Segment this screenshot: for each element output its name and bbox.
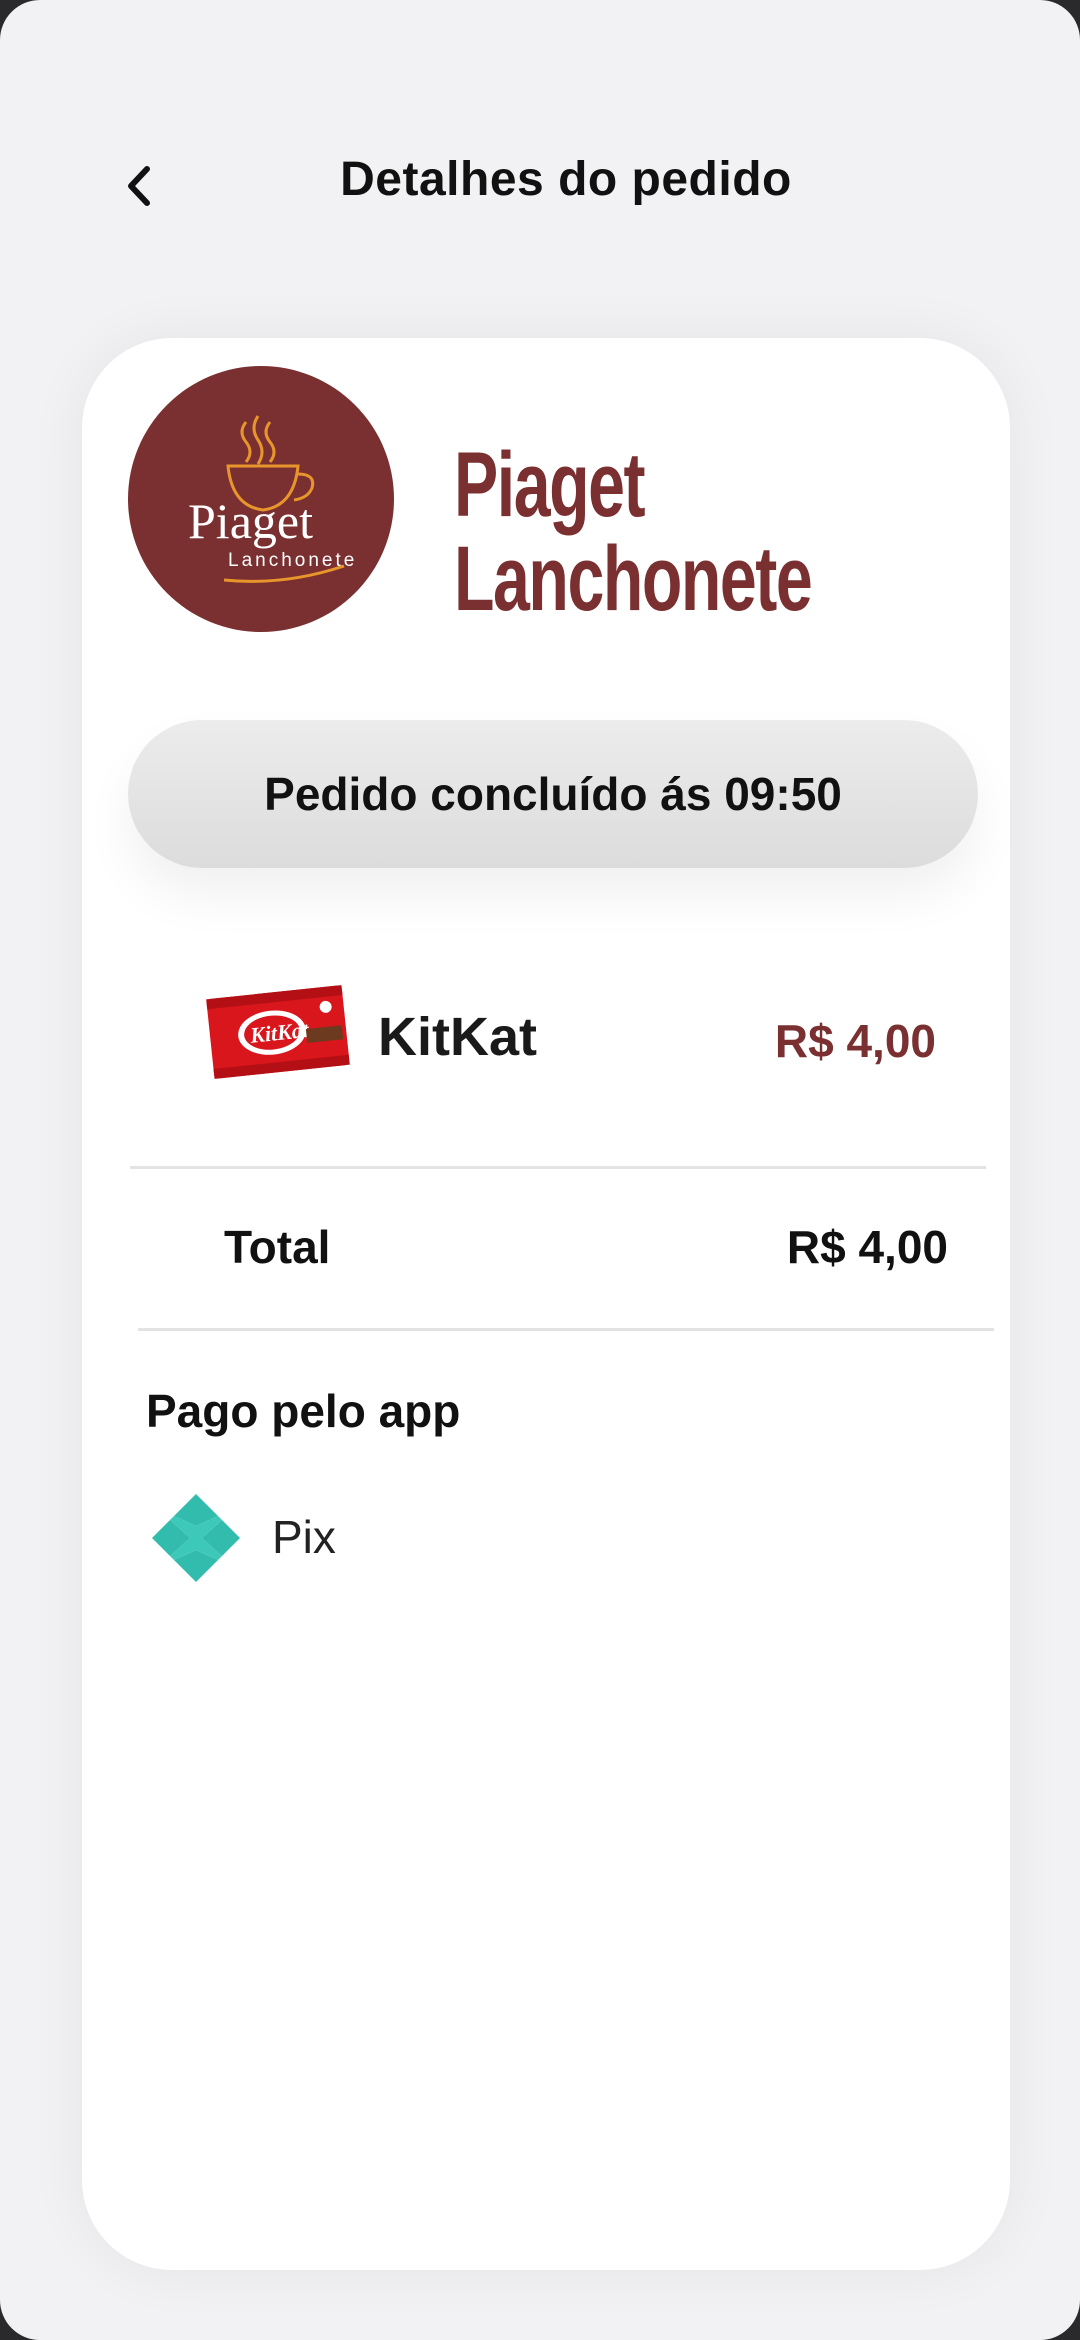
total-value: R$ 4,00 [786,1221,948,1273]
item-name: KitKat [378,1007,537,1067]
order-status-badge: Pedido concluído ás 09:50 [128,720,978,868]
coffee-cup-logo-icon: Piaget Lanchonete [188,415,357,583]
store-name-line2: Lanchonete [454,528,813,630]
item-price: R$ 4,00 [774,1015,936,1067]
order-card: Piaget Lanchonete Piaget Lanchonete Pedi… [82,338,1010,2270]
store-name: Piaget Lanchonete [454,434,813,630]
payment-label: Pago pelo app [146,1385,461,1437]
total-label: Total [224,1221,331,1273]
store-name-line1: Piaget [454,434,646,536]
order-details-screen: Detalhes do pedido Piaget Lanchonete Pia… [0,0,1080,2340]
kitkat-product-image: KitKat [206,985,350,1079]
svg-text:Lanchonete: Lanchonete [228,550,357,571]
svg-text:Piaget: Piaget [188,493,313,549]
payment-method-label: Pix [272,1511,336,1563]
page-title: Detalhes do pedido [340,153,792,206]
pix-icon [152,1494,240,1582]
store-logo: Piaget Lanchonete [128,366,394,632]
divider [138,1328,994,1331]
order-item-row[interactable]: KitKat KitKat R$ 4,00 [82,978,1010,1138]
divider [130,1166,986,1169]
